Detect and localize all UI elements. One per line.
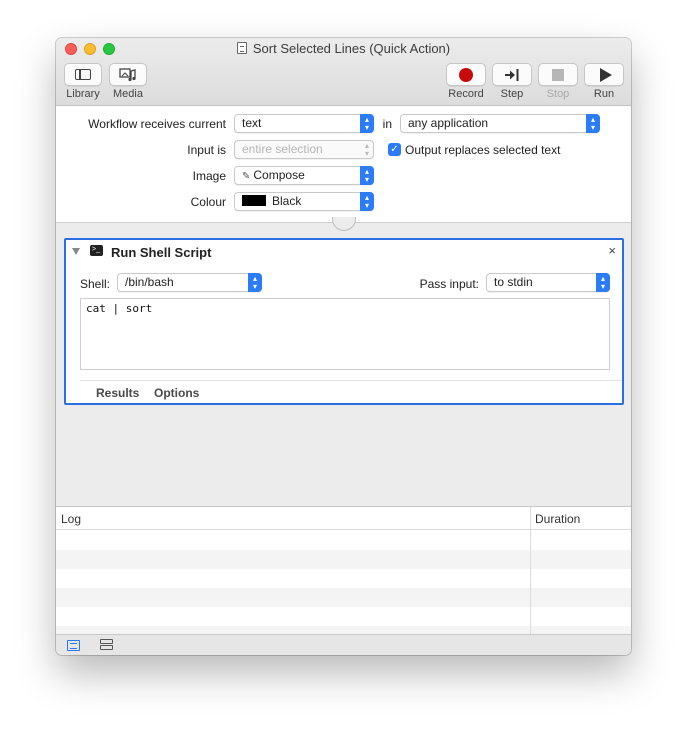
step-icon: [505, 68, 519, 81]
record-icon: [459, 67, 473, 82]
output-replaces-checkbox[interactable]: ✓: [388, 143, 401, 156]
table-row: [56, 550, 631, 569]
media-icon: [119, 67, 136, 81]
pass-input-label: Pass input:: [419, 277, 479, 291]
window-title-text: Sort Selected Lines (Quick Action): [252, 41, 451, 56]
log-table: Log Duration: [56, 506, 631, 635]
run-shell-script-action[interactable]: >_ Run Shell Script × Shell: /bin/bash ▴…: [64, 238, 624, 405]
shell-value: /bin/bash: [125, 275, 174, 289]
updown-chevron-icon: ▴ ▾: [586, 114, 600, 133]
shell-popup[interactable]: /bin/bash ▴ ▾: [117, 273, 262, 292]
close-icon[interactable]: ×: [608, 243, 616, 258]
run-button[interactable]: [584, 63, 624, 86]
image-label: Image: [192, 169, 226, 183]
play-icon: [599, 67, 612, 82]
run-label: Run: [593, 88, 615, 100]
workflow-receives-label: Workflow receives current: [88, 117, 226, 131]
input-is-popup: entire selection ▴ ▾: [234, 140, 374, 159]
record-label: Record: [448, 88, 484, 100]
log-column-header[interactable]: Log: [61, 512, 81, 526]
workflow-settings: Workflow receives current text ▴ ▾ in any…: [56, 106, 631, 223]
updown-chevron-icon: ▴ ▾: [364, 141, 369, 158]
toolbar: Sort Selected Lines (Quick Action) Libra…: [56, 38, 631, 106]
media-button[interactable]: [109, 63, 147, 86]
divider: [80, 380, 622, 381]
compose-icon: ✎: [242, 171, 251, 182]
table-row: [56, 588, 631, 607]
automator-window: Sort Selected Lines (Quick Action) Libra…: [56, 38, 631, 655]
script-editor[interactable]: cat | sort: [80, 298, 610, 370]
updown-chevron-icon: ▴ ▾: [360, 114, 374, 133]
shell-label: Shell:: [80, 277, 111, 291]
tab-options[interactable]: Options: [154, 386, 199, 400]
updown-chevron-icon: ▴ ▾: [360, 192, 374, 211]
log-header: Log Duration: [56, 507, 631, 530]
action-title: Run Shell Script: [111, 245, 212, 260]
log-view-icon[interactable]: [67, 640, 80, 651]
application-value: any application: [408, 116, 489, 130]
stop-button[interactable]: [538, 63, 578, 86]
updown-chevron-icon: ▴ ▾: [596, 273, 610, 292]
output-replaces-label: Output replaces selected text: [405, 143, 561, 157]
terminal-icon: >_: [90, 245, 103, 256]
column-divider: [530, 507, 531, 634]
input-is-label: Input is: [187, 143, 226, 157]
step-label: Step: [500, 88, 524, 100]
library-button[interactable]: [64, 63, 102, 86]
variables-view-icon[interactable]: [100, 639, 113, 651]
connector-notch: [332, 217, 356, 231]
window-title: Sort Selected Lines (Quick Action): [56, 41, 631, 56]
updown-chevron-icon: ▴ ▾: [360, 166, 374, 185]
media-label: Media: [113, 88, 143, 100]
in-label: in: [382, 117, 392, 131]
disclosure-triangle-icon[interactable]: [72, 248, 80, 255]
input-is-value: entire selection: [242, 142, 323, 156]
colour-popup[interactable]: Black ▴ ▾: [234, 192, 374, 211]
duration-column-header[interactable]: Duration: [535, 512, 580, 526]
receives-popup[interactable]: text ▴ ▾: [234, 114, 374, 133]
colour-label: Colour: [190, 195, 226, 209]
bottom-bar: [56, 634, 631, 655]
receives-value: text: [242, 116, 262, 130]
application-popup[interactable]: any application ▴ ▾: [400, 114, 600, 133]
library-label: Library: [66, 88, 100, 100]
record-button[interactable]: [446, 63, 486, 86]
colour-value: Black: [272, 194, 302, 208]
colour-swatch: [242, 195, 266, 206]
image-popup[interactable]: ✎ Compose ▴ ▾: [234, 166, 374, 185]
document-icon: [236, 42, 247, 54]
pass-input-value: to stdin: [494, 275, 533, 289]
pass-input-popup[interactable]: to stdin ▴ ▾: [486, 273, 610, 292]
sidebar-icon: [75, 69, 91, 80]
tab-results[interactable]: Results: [96, 386, 139, 400]
stop-label: Stop: [546, 88, 570, 100]
image-value: Compose: [253, 168, 305, 182]
stop-icon: [552, 68, 564, 81]
updown-chevron-icon: ▴ ▾: [248, 273, 262, 292]
step-button[interactable]: [492, 63, 532, 86]
